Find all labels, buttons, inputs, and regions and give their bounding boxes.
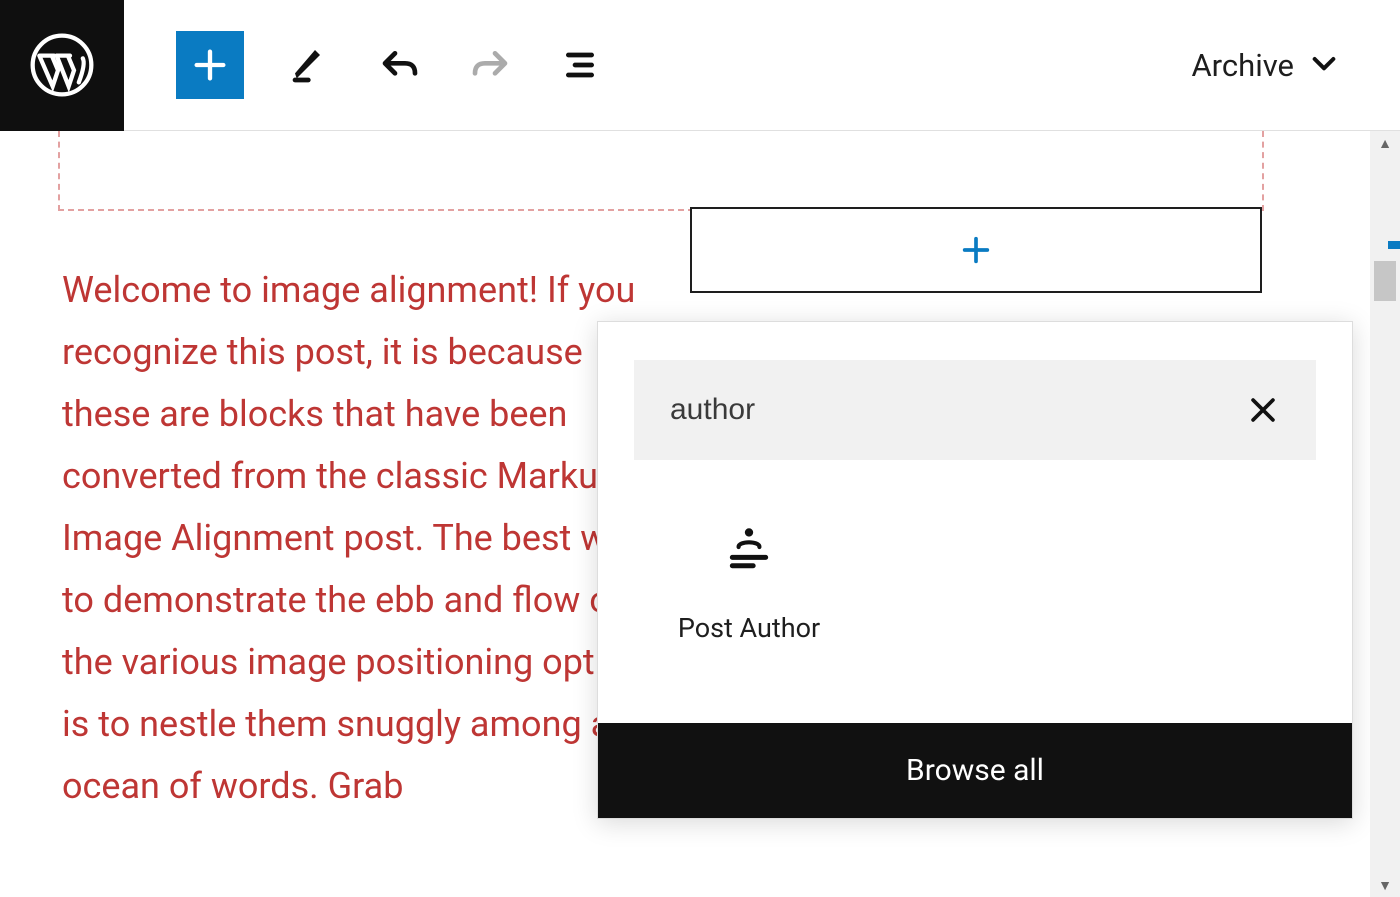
add-block-button[interactable] (176, 31, 244, 99)
pencil-icon (290, 45, 330, 85)
inserter-search-input[interactable] (670, 393, 1158, 427)
scroll-down-arrow[interactable]: ▼ (1370, 873, 1400, 897)
empty-block-appender[interactable] (690, 207, 1262, 293)
vertical-scrollbar[interactable]: ▲ ▼ (1370, 131, 1400, 897)
list-view-icon (560, 45, 600, 85)
browse-all-label: Browse all (906, 753, 1044, 788)
scroll-thumb[interactable] (1374, 261, 1396, 301)
redo-button[interactable] (466, 41, 514, 89)
editor-toolbar: Archive (0, 0, 1400, 131)
undo-button[interactable] (376, 41, 424, 89)
block-result-label: Post Author (678, 612, 820, 644)
inserter-search-row (634, 360, 1316, 460)
clear-search-button[interactable] (1246, 393, 1280, 427)
document-label: Archive (1191, 47, 1294, 84)
wordpress-logo-button[interactable] (0, 0, 124, 131)
paragraph-block[interactable]: Welcome to image alignment! If you recog… (62, 259, 672, 817)
scroll-up-arrow[interactable]: ▲ (1370, 131, 1400, 155)
close-icon (1246, 393, 1280, 427)
toolbar-document-switcher[interactable]: Archive (1191, 47, 1340, 84)
list-view-button[interactable] (556, 41, 604, 89)
browse-all-button[interactable]: Browse all (598, 723, 1352, 818)
post-author-icon (724, 522, 774, 572)
plus-icon (190, 45, 230, 85)
toolbar-left-group (176, 31, 604, 99)
plus-icon (959, 233, 993, 267)
editor-canvas: Welcome to image alignment! If you recog… (0, 131, 1400, 897)
undo-icon (380, 45, 420, 85)
block-result-post-author[interactable]: Post Author (634, 488, 864, 678)
wordpress-logo-icon (30, 33, 94, 97)
scroll-marker (1388, 241, 1400, 249)
chevron-down-icon (1308, 47, 1340, 83)
group-outline-diag (1050, 131, 1264, 211)
block-inserter-popup: Post Author Browse all (597, 321, 1353, 819)
redo-icon (470, 45, 510, 85)
edit-mode-button[interactable] (286, 41, 334, 89)
